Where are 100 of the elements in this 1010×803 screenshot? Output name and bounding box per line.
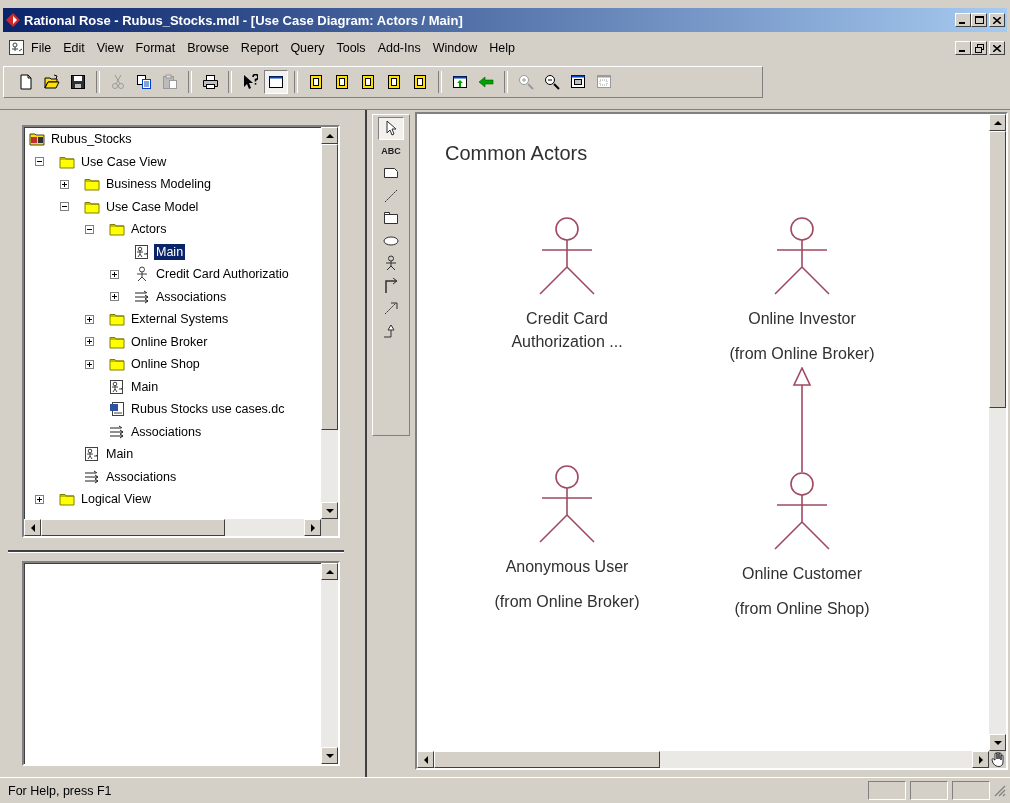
collapse-icon[interactable] <box>60 202 69 212</box>
expand-icon[interactable] <box>85 314 94 324</box>
diagram-icon <box>134 243 150 260</box>
scrollbar[interactable] <box>989 114 1006 751</box>
expand-icon[interactable] <box>110 269 119 279</box>
close-button[interactable] <box>989 13 1005 27</box>
scrollbar[interactable] <box>24 519 321 536</box>
actor-figure[interactable] <box>537 217 597 297</box>
scrollbar[interactable] <box>417 751 989 768</box>
undo-fit-icon <box>596 74 612 90</box>
actor-figure[interactable] <box>537 465 597 545</box>
scroll-right-button[interactable] <box>972 751 989 768</box>
tree-item[interactable]: Use Case Model <box>104 198 201 215</box>
tree-item[interactable]: Associations <box>154 288 229 305</box>
tree-item[interactable]: External Systems <box>129 311 231 328</box>
diagram-icon <box>386 74 402 90</box>
menu-item[interactable]: Help <box>483 39 521 57</box>
scroll-down-button[interactable] <box>321 502 338 519</box>
tree-item[interactable]: Actors <box>129 221 169 238</box>
save-icon <box>70 74 86 90</box>
expand-icon[interactable] <box>60 179 69 189</box>
collapse-icon[interactable] <box>85 224 94 234</box>
diagram-icon <box>334 74 350 90</box>
menu-item[interactable]: File <box>25 39 58 57</box>
tree-item[interactable]: Rubus Stocks use cases.dc <box>129 401 287 418</box>
actor-figure[interactable] <box>772 217 832 297</box>
actor-name: Online Customer <box>741 564 862 584</box>
scroll-left-button[interactable] <box>417 751 434 768</box>
scroll-right-button[interactable] <box>304 519 321 536</box>
package-icon <box>383 210 399 227</box>
menu-item[interactable]: Query <box>284 39 331 57</box>
menu-item[interactable]: Browse <box>181 39 235 57</box>
pointer-tool[interactable] <box>378 117 404 140</box>
menu-item[interactable]: Format <box>129 39 182 57</box>
window-icon <box>268 74 284 90</box>
menu-item[interactable]: Report <box>234 39 285 57</box>
minimize-button[interactable] <box>955 41 971 55</box>
tree-item[interactable]: Associations <box>129 423 204 440</box>
resize-grip-icon[interactable] <box>994 784 1006 797</box>
tree-item[interactable]: Main <box>129 378 161 395</box>
tree-item[interactable]: Credit Card Authorizatio <box>154 266 291 283</box>
scrollbar-thumb[interactable] <box>41 519 226 536</box>
expand-icon[interactable] <box>110 292 119 302</box>
scrollbar-thumb[interactable] <box>434 751 660 768</box>
bent-arrow-icon <box>383 277 399 294</box>
scrollbar[interactable] <box>321 563 338 764</box>
tree-item[interactable]: Business Modeling <box>104 176 213 193</box>
browse-window-button[interactable] <box>264 70 288 94</box>
maximize-icon <box>974 16 984 24</box>
tree-item[interactable]: Online Broker <box>129 333 210 350</box>
tree-item[interactable]: Main <box>154 243 186 260</box>
scroll-up-button[interactable] <box>321 563 338 580</box>
menu-item[interactable]: View <box>90 39 130 57</box>
menu-item[interactable]: Add-Ins <box>371 39 427 57</box>
expand-icon[interactable] <box>85 359 94 369</box>
diagram-icon[interactable] <box>9 40 25 56</box>
scroll-left-button[interactable] <box>24 519 41 536</box>
actor-name: Anonymous User <box>505 557 629 577</box>
menu-item[interactable]: Tools <box>330 39 372 57</box>
text-tool[interactable]: ABC <box>378 139 404 162</box>
restore-button[interactable] <box>971 41 987 55</box>
restore-icon <box>974 43 984 53</box>
scroll-down-button[interactable] <box>989 734 1006 751</box>
zoom-in-icon <box>518 74 534 90</box>
tree-item[interactable]: Rubus_Stocks <box>49 131 134 148</box>
folder-icon <box>109 356 125 373</box>
tree-item[interactable]: Use Case View <box>79 153 169 170</box>
associations-icon <box>109 423 125 440</box>
scrollbar[interactable] <box>321 127 338 519</box>
actor-icon <box>383 255 399 272</box>
generalization-arrow[interactable] <box>792 367 812 472</box>
minimize-button[interactable] <box>955 13 971 27</box>
actor-package: (from Online Broker) <box>729 344 875 364</box>
scrollbar-thumb[interactable] <box>989 131 1006 409</box>
actor-package: (from Online Broker) <box>494 592 640 612</box>
window-title: Rational Rose - Rubus_Stocks.mdl - [Use Case Diagram: Actors / Main] <box>24 12 464 28</box>
menu-item[interactable]: Edit <box>57 39 91 57</box>
folder-icon <box>109 221 125 238</box>
collapse-icon[interactable] <box>35 157 44 167</box>
back-arrow-icon <box>478 74 494 90</box>
scroll-up-button[interactable] <box>321 127 338 144</box>
expand-icon[interactable] <box>35 494 44 504</box>
diagram-icon <box>109 378 125 395</box>
actor-figure[interactable] <box>772 472 832 552</box>
tree-item[interactable]: Online Shop <box>129 356 202 373</box>
diamond-icon <box>6 13 20 27</box>
expand-icon[interactable] <box>85 337 94 347</box>
close-icon <box>993 44 1001 52</box>
scrollbar-thumb[interactable] <box>321 144 338 431</box>
scroll-down-button[interactable] <box>321 747 338 764</box>
hand-icon[interactable] <box>990 752 1005 767</box>
tree-item[interactable]: Main <box>104 446 136 463</box>
actor-name: Credit Card Authorization ... <box>510 309 624 352</box>
close-button[interactable] <box>989 41 1005 55</box>
scrollbar-corner <box>321 519 338 536</box>
tree-item[interactable]: Logical View <box>79 491 153 508</box>
tree-item[interactable]: Associations <box>104 468 179 485</box>
menu-item[interactable]: Window <box>426 39 484 57</box>
scroll-up-button[interactable] <box>989 114 1006 131</box>
maximize-button[interactable] <box>971 13 987 27</box>
